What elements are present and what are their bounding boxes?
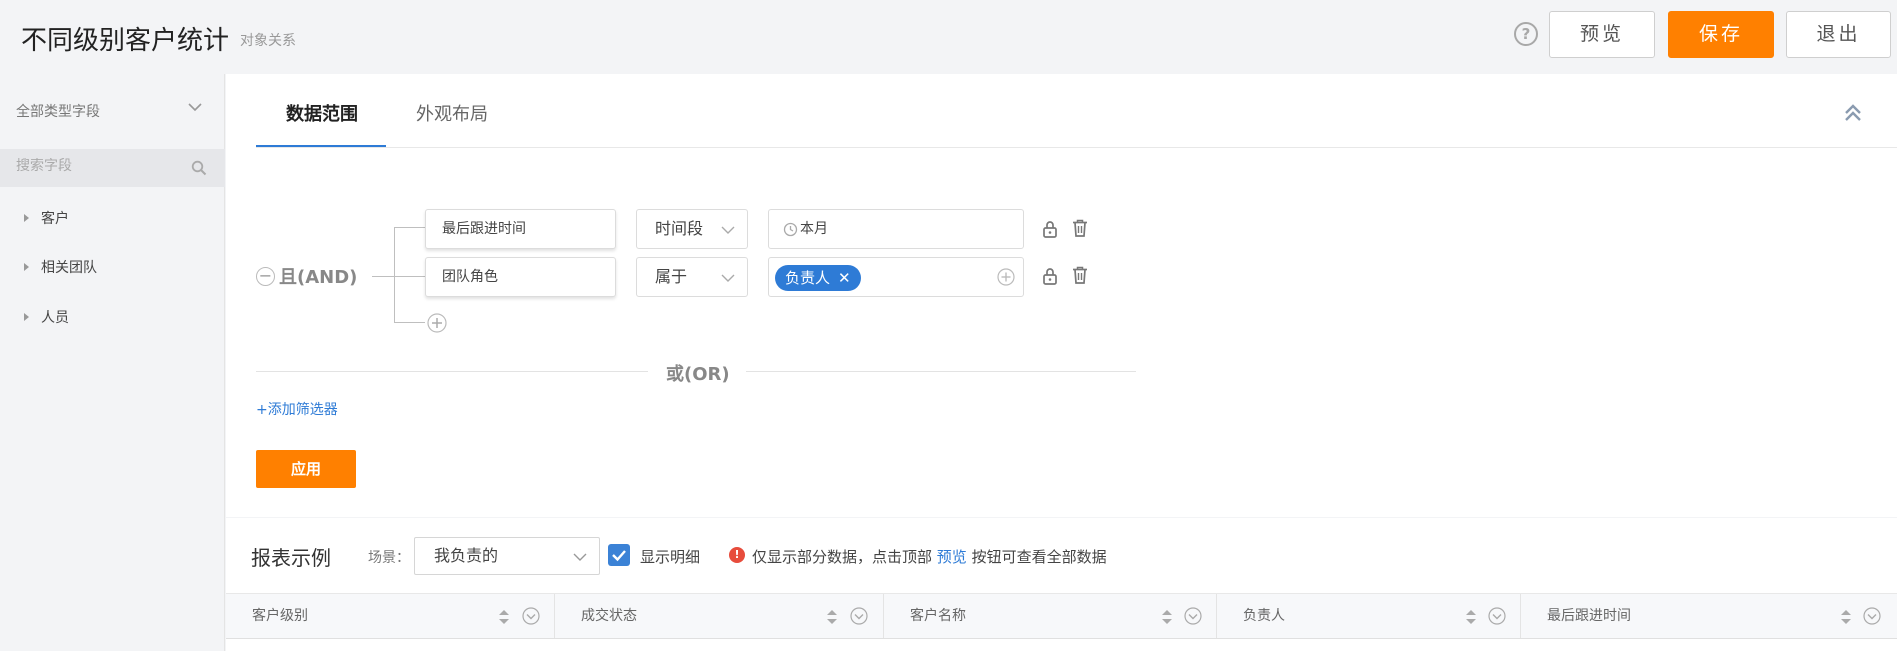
column-header-customer-level[interactable]: 客户级别 <box>226 594 555 638</box>
help-icon[interactable]: ? <box>1514 22 1538 46</box>
save-button[interactable]: 保存 <box>1668 11 1774 58</box>
column-menu-icon[interactable] <box>1184 607 1202 625</box>
group-bracket-branch <box>372 276 394 277</box>
caret-right-icon <box>24 263 29 271</box>
trash-icon[interactable] <box>1071 218 1089 238</box>
notice-suffix: 按钮可查看全部数据 <box>971 548 1107 566</box>
sort-icon[interactable] <box>1162 610 1172 624</box>
value-tag: 负责人 ✕ <box>775 265 861 291</box>
scene-select[interactable]: 我负责的 <box>414 537 600 575</box>
column-header-deal-status[interactable]: 成交状态 <box>555 594 884 638</box>
sort-icon[interactable] <box>1466 610 1476 624</box>
sort-icon[interactable] <box>827 610 837 624</box>
caret-right-icon <box>24 313 29 321</box>
value-tag-label: 负责人 <box>785 269 831 287</box>
operator-value: 时间段 <box>655 219 704 238</box>
condition-field-select[interactable]: 团队角色 <box>425 257 616 297</box>
operator-value: 属于 <box>655 267 688 286</box>
column-header-last-follow-up[interactable]: 最后跟进时间 <box>1521 594 1897 638</box>
group-bracket <box>394 227 395 322</box>
condition-operator-select[interactable]: 时间段 <box>636 209 748 249</box>
sort-icon[interactable] <box>1841 610 1851 624</box>
or-operator-label: 或(OR) <box>666 364 730 385</box>
show-detail-label: 显示明细 <box>640 548 701 566</box>
condition-operator-select[interactable]: 属于 <box>636 257 748 297</box>
chevron-down-icon <box>721 226 735 234</box>
chevron-down-icon[interactable] <box>188 100 202 114</box>
clock-icon <box>783 222 798 237</box>
top-header: 不同级别客户统计 对象关系 ? 预览 保存 退出 <box>0 0 1897 73</box>
column-header-label: 成交状态 <box>581 608 637 624</box>
field-search-input[interactable] <box>16 158 186 174</box>
column-menu-icon[interactable] <box>1863 607 1881 625</box>
or-divider-left <box>256 371 648 372</box>
apply-button[interactable]: 应用 <box>256 450 356 488</box>
field-type-selector[interactable]: 全部类型字段 <box>16 101 100 121</box>
exit-button[interactable]: 退出 <box>1786 11 1891 58</box>
column-header-customer-name[interactable]: 客户名称 <box>884 594 1217 638</box>
sidebar-item-personnel[interactable]: 人员 <box>24 307 69 329</box>
page-subtitle: 对象关系 <box>240 33 296 49</box>
condition-value-input[interactable]: 本月 <box>768 209 1024 249</box>
group-bracket-branch <box>394 276 425 277</box>
report-preview-section: 报表示例 场景： 我负责的 显示明细 ! 仅显示部分数据，点击顶部 预览 按钮可… <box>226 518 1897 651</box>
scene-label: 场景： <box>368 550 410 566</box>
condition-field-select[interactable]: 最后跟进时间 <box>425 209 616 249</box>
sort-icon[interactable] <box>499 610 509 624</box>
column-header-label: 客户级别 <box>252 608 308 624</box>
condition-value-tags[interactable]: 负责人 ✕ <box>768 257 1024 297</box>
sidebar-item-label: 客户 <box>41 211 69 227</box>
double-chevron-up-icon[interactable] <box>1843 102 1863 124</box>
preview-link[interactable]: 预览 <box>937 548 967 566</box>
caret-right-icon <box>24 214 29 222</box>
lock-icon[interactable] <box>1041 266 1059 286</box>
field-sidebar: 全部类型字段 客户 相关团队 人员 <box>0 74 225 651</box>
column-menu-icon[interactable] <box>522 607 540 625</box>
column-header-label: 最后跟进时间 <box>1547 608 1631 624</box>
notice-prefix: 仅显示部分数据，点击顶部 <box>752 548 933 566</box>
lock-icon[interactable] <box>1041 219 1059 239</box>
trash-icon[interactable] <box>1071 265 1089 285</box>
column-header-owner[interactable]: 负责人 <box>1217 594 1521 638</box>
column-header-label: 客户名称 <box>910 608 966 624</box>
warning-icon: ! <box>729 547 745 563</box>
tab-data-range[interactable]: 数据范围 <box>286 100 358 126</box>
column-header-label: 负责人 <box>1243 608 1285 624</box>
add-value-icon[interactable] <box>997 268 1015 286</box>
or-divider-right <box>746 371 1136 372</box>
show-detail-checkbox[interactable] <box>608 544 630 566</box>
sidebar-item-customer[interactable]: 客户 <box>24 208 69 230</box>
page-title: 不同级别客户统计 <box>21 26 230 56</box>
field-search-bar <box>0 149 225 187</box>
chevron-down-icon <box>721 274 735 282</box>
chevron-down-icon <box>573 553 587 561</box>
scene-value: 我负责的 <box>434 546 499 565</box>
report-section-title: 报表示例 <box>251 546 331 570</box>
column-menu-icon[interactable] <box>1488 607 1506 625</box>
sidebar-item-label: 相关团队 <box>41 260 97 276</box>
column-menu-icon[interactable] <box>850 607 868 625</box>
tab-appearance-layout[interactable]: 外观布局 <box>416 100 488 126</box>
group-bracket-branch <box>394 322 425 323</box>
remove-group-icon[interactable]: − <box>256 267 275 286</box>
sidebar-item-label: 人员 <box>41 310 69 326</box>
group-bracket-branch <box>394 227 425 228</box>
partial-data-notice: 仅显示部分数据，点击顶部 预览 按钮可查看全部数据 <box>752 546 1107 567</box>
add-filter-link[interactable]: +添加筛选器 <box>256 399 338 419</box>
remove-tag-icon[interactable]: ✕ <box>838 269 851 287</box>
and-operator-label: 且(AND) <box>279 267 358 288</box>
tabs-divider <box>256 147 1897 148</box>
checkmark-icon <box>612 550 626 562</box>
add-condition-icon[interactable] <box>427 313 447 333</box>
search-icon[interactable] <box>191 160 207 176</box>
sidebar-item-related-team[interactable]: 相关团队 <box>24 257 97 279</box>
condition-value-text: 本月 <box>800 221 828 237</box>
preview-button[interactable]: 预览 <box>1549 11 1655 58</box>
table-header: 客户级别 成交状态 客户名称 负责人 最后跟进时间 <box>226 593 1897 639</box>
